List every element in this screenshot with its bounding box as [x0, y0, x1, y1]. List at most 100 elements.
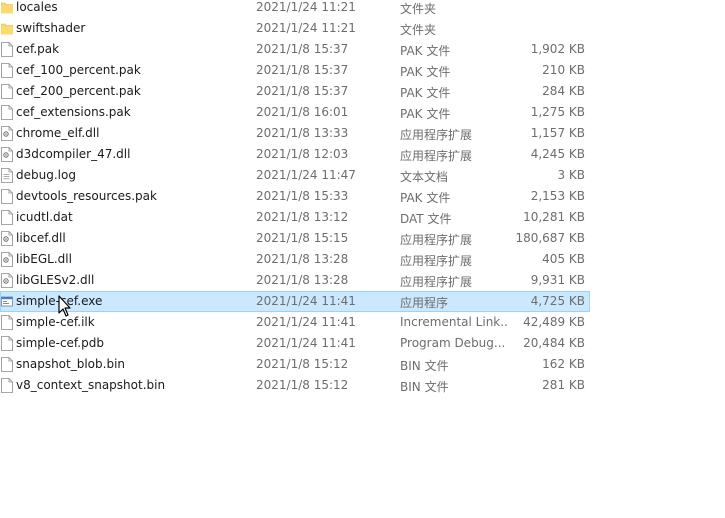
file-row[interactable]: devtools_resources.pak 2021/1/8 15:33 PAK …	[0, 186, 590, 207]
file-row[interactable]: cef_extensions.pak 2021/1/8 16:01 PAK 文件 1,…	[0, 102, 590, 123]
file-name: simple-cef.ilk	[16, 315, 95, 329]
file-row[interactable]: simple-cef.exe2021/1/24 11:41应用程序4,725 K…	[0, 291, 590, 312]
file-date-modified: 2021/1/24 11:41	[256, 336, 356, 350]
file-date-modified: 2021/1/8 15:12	[256, 357, 349, 371]
file-type: 文本文档	[400, 170, 449, 184]
exe-icon	[1, 294, 13, 309]
file-size: 2,153 KB	[530, 189, 585, 203]
file-icon	[1, 315, 13, 330]
dll-icon	[1, 126, 13, 141]
file-type: 应用程序扩展	[400, 254, 473, 268]
file-name: cef_100_percent.pak	[16, 63, 141, 77]
file-icon	[1, 336, 13, 351]
dll-icon	[1, 252, 13, 267]
file-row[interactable]: cef_100_percent.pak 2021/1/8 15:37 PAK 文件 2…	[0, 60, 590, 81]
file-date-modified: 2021/1/8 15:37	[256, 63, 349, 77]
file-icon	[1, 189, 13, 204]
file-row[interactable]: v8_context_snapshot.bin 2021/1/8 15:12 BIN…	[0, 375, 590, 396]
file-row[interactable]: icudtl.dat 2021/1/8 13:12 DAT 文件 10,281 KB	[0, 207, 590, 228]
file-size: 10,281 KB	[523, 210, 585, 224]
file-type: DAT 文件	[400, 212, 452, 226]
file-icon	[1, 378, 13, 393]
file-row[interactable]: libcef.dll 2021/1/8 15:15 应用程序扩展 180,687 KB	[0, 228, 590, 249]
file-date-modified: 2021/1/8 13:28	[256, 252, 349, 266]
file-icon	[1, 210, 13, 225]
file-date-modified: 2021/1/8 13:33	[256, 126, 349, 140]
file-name: snapshot_blob.bin	[16, 357, 126, 371]
file-date-modified: 2021/1/8 15:33	[256, 189, 349, 203]
file-date-modified: 2021/1/24 11:41	[256, 294, 356, 308]
file-row[interactable]: debug.log 2021/1/24 11:47 文本文档 3 KB	[0, 165, 590, 186]
file-row[interactable]: libEGL.dll 2021/1/8 13:28 应用程序扩展 405 KB	[0, 249, 590, 270]
file-size: 1,902 KB	[530, 42, 585, 56]
file-name: cef_extensions.pak	[16, 105, 131, 119]
folder-icon	[0, 0, 14, 15]
file-date-modified: 2021/1/8 15:12	[256, 378, 349, 392]
dll-icon	[1, 273, 13, 288]
file-type: PAK 文件	[400, 107, 451, 121]
file-type: 应用程序扩展	[400, 233, 473, 247]
file-size: 281 KB	[542, 378, 585, 392]
mouse-cursor-icon	[58, 295, 71, 317]
file-size: 4,245 KB	[530, 147, 585, 161]
file-size: 210 KB	[542, 63, 585, 77]
file-date-modified: 2021/1/24 11:47	[256, 168, 356, 182]
file-date-modified: 2021/1/8 13:28	[256, 273, 349, 287]
file-icon	[1, 84, 13, 99]
file-date-modified: 2021/1/8 15:37	[256, 42, 349, 56]
file-row[interactable]: d3dcompiler_47.dll 2021/1/8 12:03 应用程序扩展 4,…	[0, 144, 590, 165]
file-type: PAK 文件	[400, 191, 451, 205]
file-date-modified: 2021/1/8 16:01	[256, 105, 349, 119]
file-name: libcef.dll	[16, 231, 66, 245]
dll-icon	[1, 231, 13, 246]
file-size: 9,931 KB	[530, 273, 585, 287]
file-type: BIN 文件	[400, 380, 449, 394]
file-row[interactable]: swiftshader 2021/1/24 11:21 文件夹	[0, 18, 590, 39]
file-size: 405 KB	[542, 252, 585, 266]
file-row[interactable]: cef_200_percent.pak 2021/1/8 15:37 PAK 文件 2…	[0, 81, 590, 102]
file-row[interactable]: simple-cef.pdb 2021/1/24 11:41 Program Deb…	[0, 333, 590, 354]
file-row[interactable]: chrome_elf.dll 2021/1/8 13:33 应用程序扩展 1,157 …	[0, 123, 590, 144]
dll-icon	[1, 147, 13, 162]
file-name: libGLESv2.dll	[16, 273, 95, 287]
file-name: devtools_resources.pak	[16, 189, 157, 203]
file-type: 应用程序扩展	[400, 128, 473, 142]
file-name: icudtl.dat	[16, 210, 73, 224]
file-row[interactable]: cef.pak 2021/1/8 15:37 PAK 文件 1,902 KB	[0, 39, 590, 60]
file-date-modified: 2021/1/8 12:03	[256, 147, 349, 161]
file-type: 文件夹	[400, 2, 437, 16]
file-type: 文件夹	[400, 23, 437, 37]
file-name: chrome_elf.dll	[16, 126, 100, 140]
file-icon	[1, 105, 13, 120]
file-name: simple-cef.pdb	[16, 336, 104, 350]
file-name: libEGL.dll	[16, 252, 72, 266]
file-name: debug.log	[16, 168, 76, 182]
folder-icon	[0, 21, 14, 36]
file-row[interactable]: libGLESv2.dll 2021/1/8 13:28 应用程序扩展 9,931 K…	[0, 270, 590, 291]
file-type: PAK 文件	[400, 44, 451, 58]
file-size: 284 KB	[542, 84, 585, 98]
file-type: PAK 文件	[400, 86, 451, 100]
text-file-icon	[1, 168, 13, 183]
file-type: PAK 文件	[400, 65, 451, 79]
file-date-modified: 2021/1/24 11:41	[256, 315, 356, 329]
file-date-modified: 2021/1/24 11:21	[256, 0, 356, 14]
file-name: v8_context_snapshot.bin	[16, 378, 166, 392]
file-list: locales 2021/1/24 11:21 文件夹 swiftshader 2021…	[0, 0, 725, 518]
file-name: d3dcompiler_47.dll	[16, 147, 131, 161]
file-type: 应用程序扩展	[400, 275, 473, 289]
file-type: 应用程序扩展	[400, 149, 473, 163]
file-row[interactable]: locales 2021/1/24 11:21 文件夹	[0, 0, 590, 18]
file-icon	[1, 63, 13, 78]
file-icon	[1, 357, 13, 372]
file-date-modified: 2021/1/8 15:37	[256, 84, 349, 98]
file-row[interactable]: simple-cef.ilk 2021/1/24 11:41 Incremental…	[0, 312, 590, 333]
file-row[interactable]: snapshot_blob.bin 2021/1/8 15:12 BIN 文件 162…	[0, 354, 590, 375]
file-name: cef_200_percent.pak	[16, 84, 141, 98]
file-name: cef.pak	[16, 42, 60, 56]
file-size: 3 KB	[557, 168, 585, 182]
file-size: 42,489 KB	[523, 315, 585, 329]
file-size: 162 KB	[542, 357, 585, 371]
file-name: swiftshader	[16, 21, 86, 35]
file-size: 1,275 KB	[530, 105, 585, 119]
